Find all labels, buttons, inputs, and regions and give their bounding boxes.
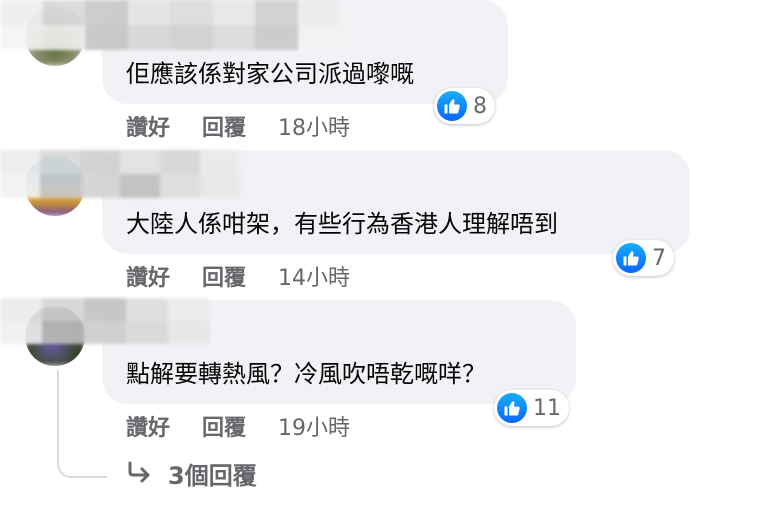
thumbs-up-icon bbox=[437, 91, 467, 121]
reaction-count: 11 bbox=[533, 395, 561, 421]
reply-button[interactable]: 回覆 bbox=[202, 260, 246, 292]
redacted-author-name[interactable] bbox=[0, 150, 240, 198]
comment-timestamp[interactable]: 19小時 bbox=[278, 410, 350, 442]
comment-actions: 讚好 回覆 19小時 bbox=[126, 410, 350, 442]
comment-timestamp[interactable]: 14小時 bbox=[278, 260, 350, 292]
view-replies-label: 3個回覆 bbox=[168, 462, 257, 490]
comment-actions: 讚好 回覆 14小時 bbox=[126, 260, 350, 292]
like-button[interactable]: 讚好 bbox=[126, 110, 170, 142]
reaction-count-badge[interactable]: 11 bbox=[494, 390, 569, 426]
comment-actions: 讚好 回覆 18小時 bbox=[126, 110, 350, 142]
comments-panel: 佢應該係對家公司派過嚟嘅 8 讚好 回覆 18小時 大陸人係咁架，有些行為香港人… bbox=[0, 0, 760, 508]
comment-text: 佢應該係對家公司派過嚟嘅 bbox=[126, 60, 414, 88]
thread-connector-line bbox=[57, 370, 107, 478]
comment-text: 大陸人係咁架，有些行為香港人理解唔到 bbox=[126, 210, 558, 238]
comment-timestamp[interactable]: 18小時 bbox=[278, 110, 350, 142]
redacted-author-name[interactable] bbox=[0, 298, 210, 344]
reaction-count: 8 bbox=[473, 93, 487, 119]
reaction-count-badge[interactable]: 8 bbox=[434, 88, 495, 124]
reaction-count-badge[interactable]: 7 bbox=[613, 240, 674, 276]
reply-button[interactable]: 回覆 bbox=[202, 110, 246, 142]
comment-text: 點解要轉熱風？冷風吹唔乾嘅咩？ bbox=[126, 360, 486, 388]
thumbs-up-icon bbox=[616, 243, 646, 273]
reply-arrow-icon bbox=[126, 460, 154, 488]
like-button[interactable]: 讚好 bbox=[126, 410, 170, 442]
view-replies-link[interactable]: 3個回覆 bbox=[126, 456, 257, 491]
redacted-author-name[interactable] bbox=[0, 0, 340, 50]
reply-button[interactable]: 回覆 bbox=[202, 410, 246, 442]
like-button[interactable]: 讚好 bbox=[126, 260, 170, 292]
thumbs-up-icon bbox=[497, 393, 527, 423]
reaction-count: 7 bbox=[652, 245, 666, 271]
